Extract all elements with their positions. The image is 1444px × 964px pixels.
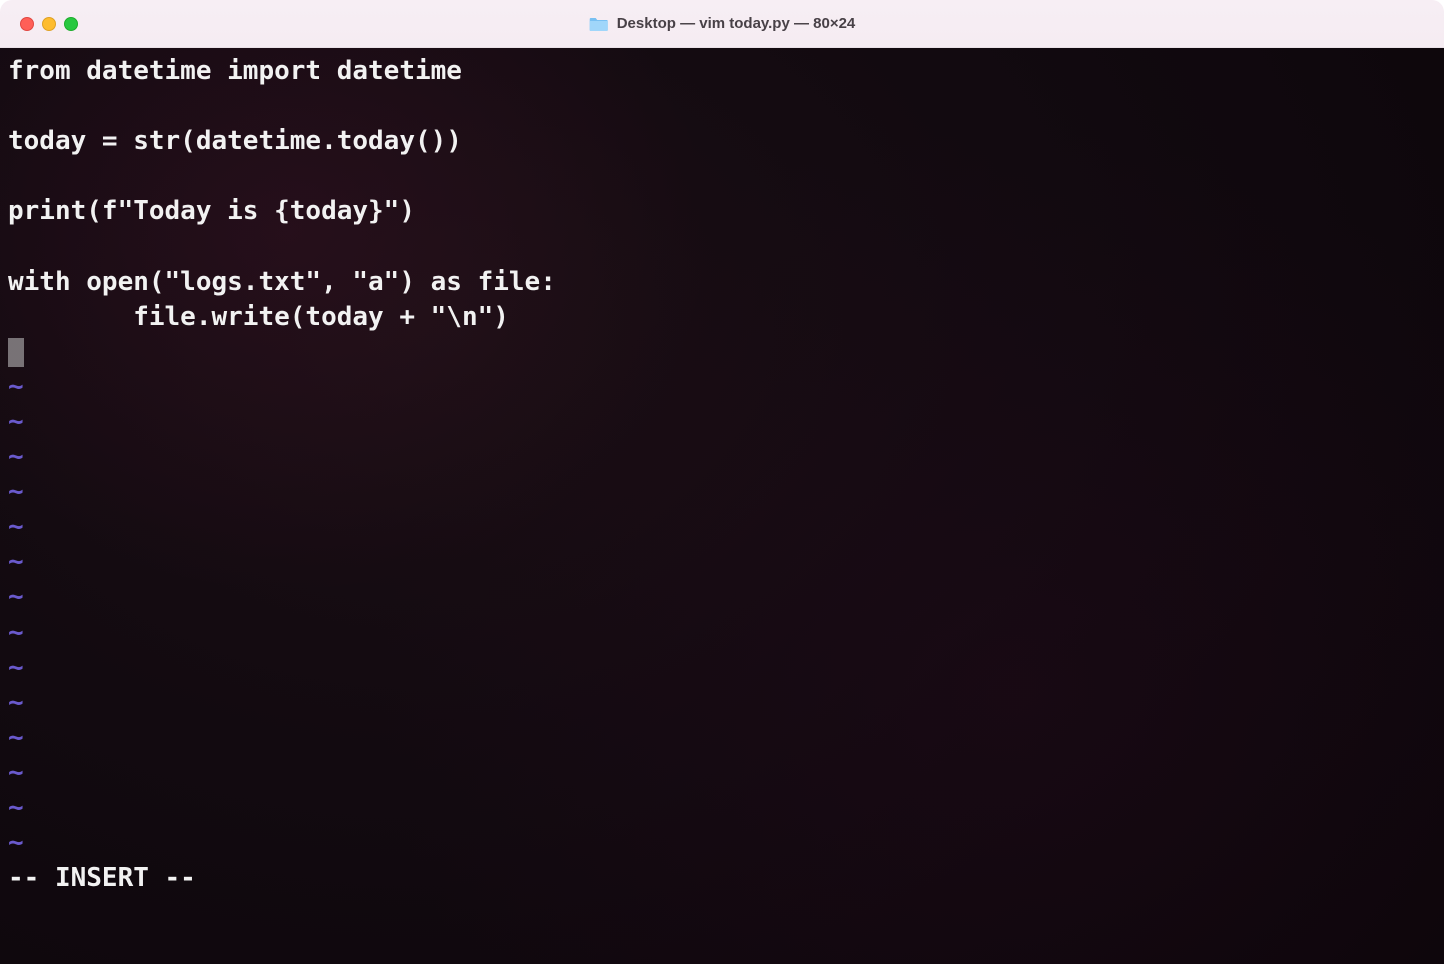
empty-line-tilde: ~: [8, 475, 1436, 510]
code-line[interactable]: print(f"Today is {today}"): [8, 194, 1436, 229]
empty-line-tilde: ~: [8, 791, 1436, 826]
cursor: [8, 338, 24, 367]
code-line[interactable]: [8, 89, 1436, 124]
code-line[interactable]: file.write(today + "\n"): [8, 300, 1436, 335]
code-line[interactable]: with open("logs.txt", "a") as file:: [8, 265, 1436, 300]
empty-line-tilde: ~: [8, 370, 1436, 405]
empty-line-tilde: ~: [8, 440, 1436, 475]
code-line[interactable]: [8, 229, 1436, 264]
close-button[interactable]: [20, 17, 34, 31]
window-title-group: Desktop — vim today.py — 80×24: [589, 15, 856, 32]
empty-line-tilde: ~: [8, 721, 1436, 756]
empty-line-tilde: ~: [8, 756, 1436, 791]
cursor-line[interactable]: [8, 335, 1436, 370]
window-title: Desktop — vim today.py — 80×24: [617, 15, 856, 32]
empty-line-tilde: ~: [8, 686, 1436, 721]
terminal-window: Desktop — vim today.py — 80×24 from date…: [0, 0, 1444, 964]
code-line[interactable]: from datetime import datetime: [8, 54, 1436, 89]
minimize-button[interactable]: [42, 17, 56, 31]
code-line[interactable]: [8, 159, 1436, 194]
empty-line-tilde: ~: [8, 651, 1436, 686]
terminal-viewport[interactable]: from datetime import datetime today = st…: [0, 48, 1444, 964]
empty-line-tilde: ~: [8, 826, 1436, 861]
empty-line-tilde: ~: [8, 545, 1436, 580]
editor-content[interactable]: from datetime import datetime today = st…: [8, 54, 1436, 896]
empty-line-tilde: ~: [8, 616, 1436, 651]
empty-line-tilde: ~: [8, 405, 1436, 440]
empty-line-tilde: ~: [8, 510, 1436, 545]
titlebar[interactable]: Desktop — vim today.py — 80×24: [0, 0, 1444, 48]
folder-icon: [589, 16, 609, 32]
vim-mode-status: -- INSERT --: [8, 861, 1436, 896]
traffic-lights: [20, 17, 78, 31]
empty-line-tilde: ~: [8, 580, 1436, 615]
code-line[interactable]: today = str(datetime.today()): [8, 124, 1436, 159]
maximize-button[interactable]: [64, 17, 78, 31]
